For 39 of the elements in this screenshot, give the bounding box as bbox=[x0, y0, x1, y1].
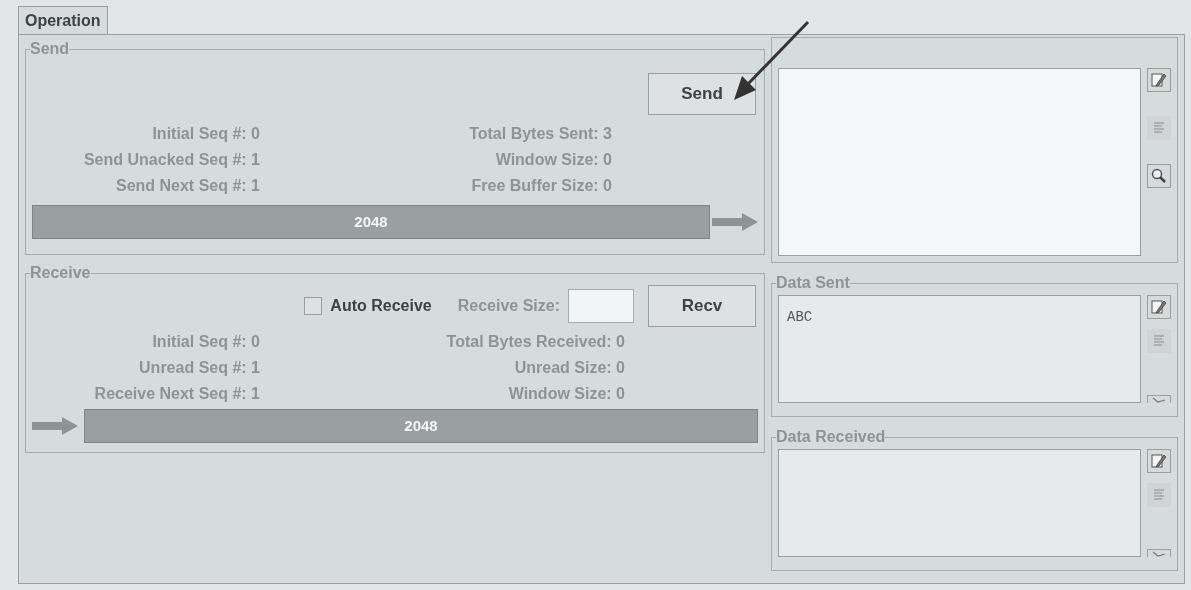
buffer-bar: 2048 bbox=[32, 205, 710, 239]
stat-label: Send Next Seq #: 1 bbox=[114, 176, 260, 196]
list-icon[interactable] bbox=[1147, 483, 1171, 507]
group-title: Send bbox=[30, 39, 70, 59]
search-icon[interactable] bbox=[1147, 164, 1171, 188]
group-title: Data Received bbox=[776, 427, 886, 447]
edit-icon[interactable] bbox=[1147, 68, 1171, 92]
field-label: Receive Size: bbox=[457, 296, 560, 316]
right-arrow-icon bbox=[32, 416, 78, 436]
stat-label: Unread Size: 0 bbox=[513, 358, 625, 378]
stat-label: Window Size: 0 bbox=[494, 150, 612, 170]
tab[interactable]: Operation bbox=[18, 6, 108, 34]
data-received-area[interactable] bbox=[778, 449, 1141, 557]
list-icon[interactable] bbox=[1147, 329, 1171, 353]
edit-icon[interactable] bbox=[1147, 449, 1171, 473]
partial-icon[interactable] bbox=[1147, 549, 1171, 557]
auto-receive-checkbox[interactable] bbox=[304, 297, 323, 315]
stat-label: Send Unacked Seq #: 1 bbox=[82, 150, 260, 170]
right-arrow-icon bbox=[712, 212, 758, 232]
group-title: Data Sent bbox=[776, 273, 850, 293]
partial-icon[interactable] bbox=[1147, 395, 1171, 403]
data-sent-area[interactable]: ABC bbox=[778, 295, 1141, 403]
stat-label: Free Buffer Size: 0 bbox=[470, 176, 612, 196]
stat-label: Initial Seq #: 0 bbox=[151, 332, 260, 352]
send-button[interactable]: Send bbox=[648, 73, 756, 115]
edit-icon[interactable] bbox=[1147, 295, 1171, 319]
list-icon[interactable] bbox=[1147, 116, 1171, 140]
stat-label: Total Bytes Sent: 3 bbox=[468, 124, 612, 144]
recv-button[interactable]: Recv bbox=[648, 285, 756, 327]
stat-label: Receive Next Seq #: 1 bbox=[93, 384, 260, 404]
stat-label: Total Bytes Received: 0 bbox=[445, 332, 625, 352]
checkbox-label: Auto Receive bbox=[330, 296, 432, 316]
sent-text: ABC bbox=[787, 309, 813, 325]
stat-label: Unread Seq #: 1 bbox=[138, 358, 260, 378]
receive-size-field[interactable] bbox=[568, 289, 634, 323]
group-title: Receive bbox=[30, 263, 91, 283]
stat-label: Initial Seq #: 0 bbox=[151, 124, 260, 144]
buffer-bar: 2048 bbox=[84, 409, 758, 443]
stat-label: Window Size: 0 bbox=[507, 384, 625, 404]
